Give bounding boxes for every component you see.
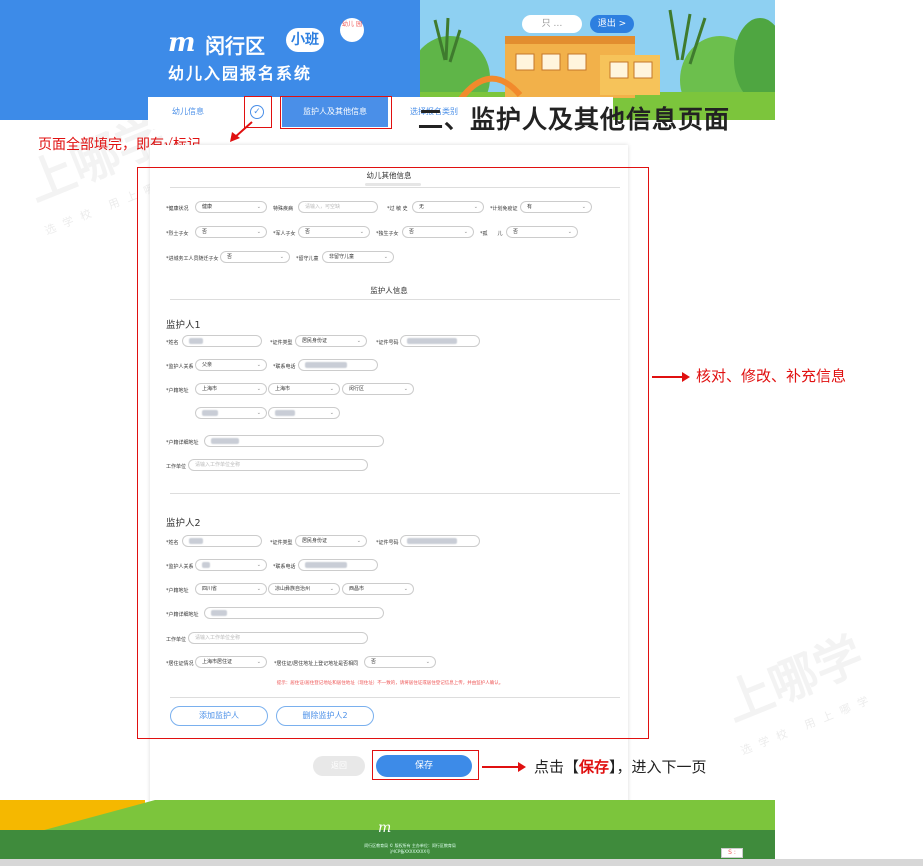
save-highlight-box — [372, 750, 479, 780]
bottom-strip — [0, 859, 923, 866]
arrow-icon — [482, 762, 526, 772]
save-annotation-bold: 保存 — [579, 758, 610, 776]
back-button[interactable]: 返回 — [313, 756, 365, 776]
logo-badge: 小班 — [286, 28, 324, 52]
save-annotation-prefix: 点击【 — [534, 758, 580, 776]
footer-line2: 沪ICP备XXXXXXXX号 — [389, 849, 431, 854]
logo-subtitle: 幼儿入园报名系统 — [168, 64, 313, 83]
save-annotation-suffix: 】，进入下一页 — [609, 758, 707, 776]
active-tab-highlight-box — [280, 96, 392, 129]
logout-button[interactable]: 退出 > — [590, 15, 634, 33]
logo-title: 闵行区 — [205, 34, 265, 58]
arrow-icon — [652, 372, 690, 382]
tab-child-info[interactable]: 幼儿信息 — [158, 97, 218, 127]
page-root: 上哪学 选学校 用上哪学 上哪学 选学校 用上哪学 上哪学 选学校 用上哪学 m… — [0, 0, 923, 866]
logo-mark: m — [168, 28, 196, 58]
user-button[interactable]: 只 … — [522, 15, 582, 33]
logo-badge-small: 幼儿 园 — [340, 18, 364, 42]
footer-logo-mark: m — [378, 820, 392, 836]
page-badge: S : — [721, 848, 743, 858]
form-highlight-box — [137, 167, 649, 739]
save-annotation: 点击【保存】，进入下一页 — [534, 756, 707, 777]
page-title: 二、监护人及其他信息页面 — [418, 105, 731, 134]
verify-annotation: 核对、修改、补充信息 — [696, 367, 847, 385]
arrow-icon — [230, 121, 253, 142]
footer-text: 闵行区教育局 © 版权所有 主办单位：闵行区教育局 沪ICP备XXXXXXXX号 — [310, 843, 510, 855]
